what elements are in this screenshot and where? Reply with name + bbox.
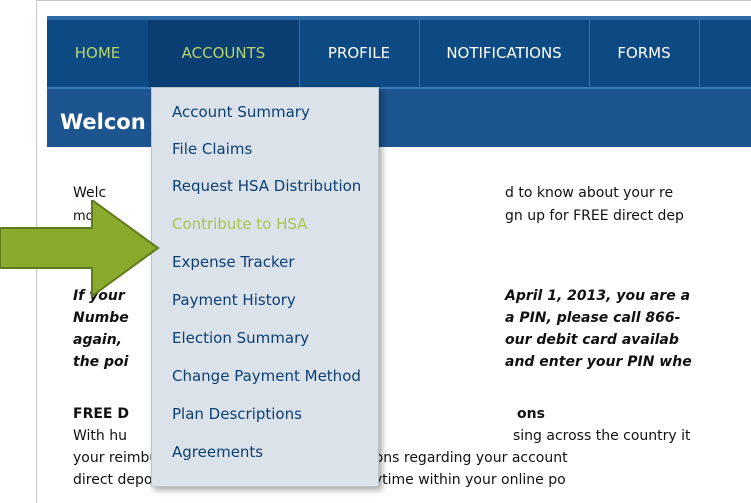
- welcome-heading: Welcon: [60, 110, 146, 134]
- welcome-text-right-2: gn up for FREE direct dep: [505, 208, 684, 224]
- nav-forms[interactable]: FORMS: [589, 20, 700, 87]
- free-heading-right: ons: [517, 406, 545, 422]
- notice-left-3: again,: [73, 332, 122, 348]
- menu-item-election-summary[interactable]: Election Summary: [172, 329, 309, 347]
- menu-item-change-payment-method[interactable]: Change Payment Method: [172, 367, 361, 385]
- menu-item-agreements[interactable]: Agreements: [172, 443, 263, 461]
- free-heading-left: FREE D: [73, 406, 129, 422]
- notice-left-2: Numbe: [73, 310, 129, 326]
- menu-item-request-hsa-distribution[interactable]: Request HSA Distribution: [172, 177, 361, 195]
- notice-right-4: and enter your PIN whe: [505, 354, 692, 370]
- menu-item-contribute-to-hsa[interactable]: Contribute to HSA: [172, 215, 307, 233]
- notice-right-2: a PIN, please call 866-: [505, 310, 681, 326]
- menu-item-payment-history[interactable]: Payment History: [172, 291, 296, 309]
- nav-accounts[interactable]: ACCOUNTS: [148, 20, 300, 87]
- nav-notifications[interactable]: NOTIFICATIONS: [419, 20, 590, 87]
- nav-profile[interactable]: PROFILE: [299, 20, 420, 87]
- menu-item-file-claims[interactable]: File Claims: [172, 140, 252, 158]
- welcome-text-right-1: d to know about your re: [505, 185, 674, 201]
- welcome-text-left-1: Welc: [73, 185, 107, 201]
- menu-item-plan-descriptions[interactable]: Plan Descriptions: [172, 405, 302, 423]
- menu-item-account-summary[interactable]: Account Summary: [172, 103, 310, 121]
- notice-left-4: the poi: [73, 354, 129, 370]
- notice-right-3: our debit card availab: [505, 332, 679, 348]
- top-nav: HOME ACCOUNTS PROFILE NOTIFICATIONS FORM…: [47, 16, 751, 87]
- nav-home[interactable]: HOME: [47, 20, 149, 87]
- free-text-right: sing across the country it: [513, 428, 691, 444]
- menu-item-expense-tracker[interactable]: Expense Tracker: [172, 253, 295, 271]
- accounts-dropdown-menu: Account Summary File Claims Request HSA …: [151, 87, 379, 487]
- green-arrow-icon: [0, 200, 160, 298]
- free-text-left: With hu: [73, 428, 127, 444]
- notice-right-1: April 1, 2013, you are a: [505, 288, 691, 304]
